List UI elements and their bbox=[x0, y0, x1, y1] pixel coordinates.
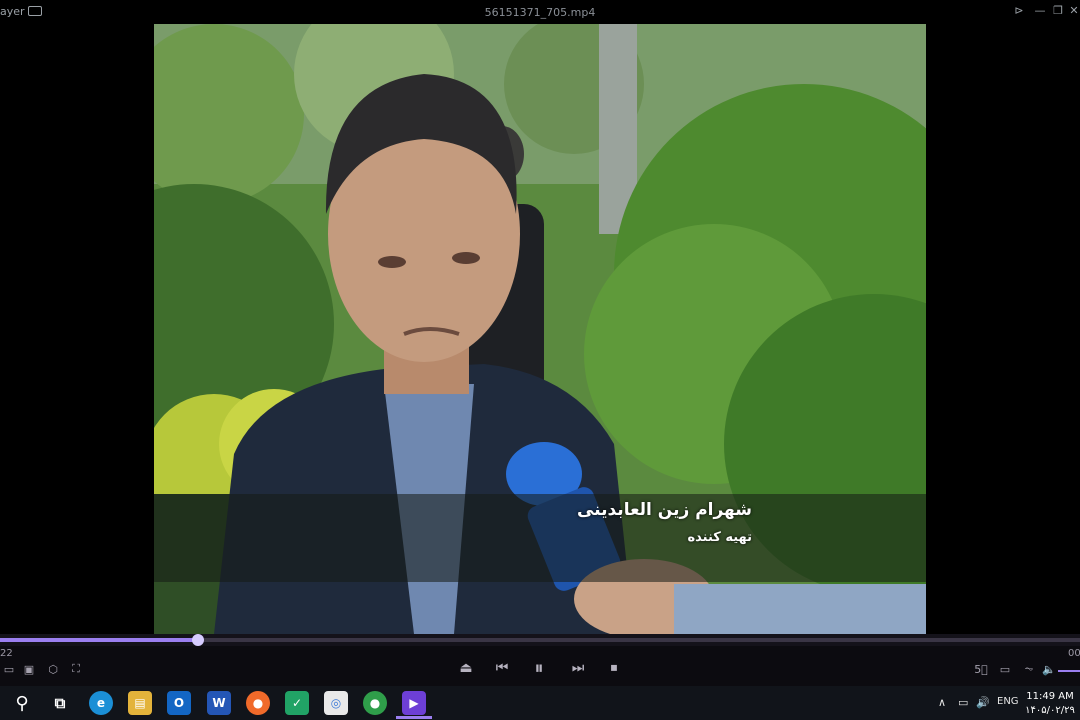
pin-icon[interactable]: ⊳ bbox=[1011, 4, 1027, 17]
taskbar: ⚲ ⧉ e ▤ O W ● ✓ ◎ ● ▶ ∧ ▭ 🔊 ENG bbox=[0, 686, 1080, 720]
playlist-icon[interactable]: ▭ bbox=[0, 662, 18, 676]
audio-icon[interactable]: ⏦ bbox=[1020, 662, 1038, 676]
language-indicator[interactable]: ENG bbox=[997, 696, 1019, 707]
clock-time[interactable]: 11:49 AM bbox=[1022, 691, 1078, 702]
seek-bar[interactable] bbox=[0, 634, 1080, 646]
word-icon[interactable]: W bbox=[207, 691, 231, 715]
stop-icon[interactable]: ⏹ bbox=[604, 658, 624, 678]
3d-icon[interactable]: ⬡ bbox=[44, 662, 62, 676]
edge-icon[interactable]: e bbox=[89, 691, 113, 715]
previous-icon[interactable]: ⏮ bbox=[492, 658, 512, 678]
title-bar: ayer 56151371_705.mp4 ⊳ — ❐ ✕ bbox=[0, 0, 1080, 24]
seek-handle[interactable] bbox=[191, 634, 204, 646]
minimize-button[interactable]: — bbox=[1032, 4, 1048, 17]
volume-icon[interactable]: 🔈 bbox=[1040, 662, 1058, 676]
eject-icon[interactable]: ⏏ bbox=[456, 658, 476, 678]
time-elapsed: 22 bbox=[0, 648, 13, 659]
maximize-button[interactable]: ❐ bbox=[1050, 4, 1066, 17]
active-app-indicator bbox=[396, 716, 432, 719]
tray-overflow-icon[interactable]: ∧ bbox=[938, 696, 946, 709]
capture-icon[interactable]: ⛶ bbox=[67, 662, 85, 676]
close-button[interactable]: ✕ bbox=[1066, 4, 1080, 17]
shield-app-icon[interactable]: ✓ bbox=[285, 691, 309, 715]
video-frame[interactable]: شهرام زین العابدینی تهیه کننده bbox=[154, 24, 926, 634]
network-icon[interactable]: ▭ bbox=[958, 696, 968, 709]
vr-icon[interactable]: 5⃣ bbox=[972, 662, 990, 676]
caption-bar bbox=[154, 494, 926, 582]
seek-progress bbox=[0, 638, 198, 642]
subtitles-cc-icon[interactable]: ▭ bbox=[996, 662, 1014, 676]
chrome-icon[interactable]: ● bbox=[363, 691, 387, 715]
caption-name: شهرام زین العابدینی bbox=[576, 500, 752, 520]
clock-date[interactable]: ۱۴۰۵/۰۲/۲۹ bbox=[1022, 705, 1078, 716]
subtitle-icon[interactable]: ▣ bbox=[20, 662, 38, 676]
photos-icon[interactable]: ◎ bbox=[324, 691, 348, 715]
time-remaining: 00 bbox=[1068, 648, 1080, 659]
next-icon[interactable]: ⏭ bbox=[568, 658, 588, 678]
search-icon[interactable]: ⚲ bbox=[10, 691, 34, 715]
task-view-icon[interactable]: ⧉ bbox=[48, 691, 72, 715]
firefox-icon[interactable]: ● bbox=[246, 691, 270, 715]
media-player-icon[interactable]: ▶ bbox=[402, 691, 426, 715]
volume-slider[interactable] bbox=[1058, 670, 1080, 672]
file-explorer-icon[interactable]: ▤ bbox=[128, 691, 152, 715]
player-controls: 22 00 ▭ ▣ ⬡ ⛶ ⏏ ⏮ ⏸ ⏭ ⏹ 5⃣ ▭ ⏦ 🔈 bbox=[0, 646, 1080, 686]
outlook-icon[interactable]: O bbox=[167, 691, 191, 715]
pause-icon[interactable]: ⏸ bbox=[529, 658, 549, 679]
window-title: 56151371_705.mp4 bbox=[484, 6, 596, 19]
speaker-icon[interactable]: 🔊 bbox=[976, 696, 990, 709]
caption-role: تهیه کننده bbox=[687, 530, 752, 545]
